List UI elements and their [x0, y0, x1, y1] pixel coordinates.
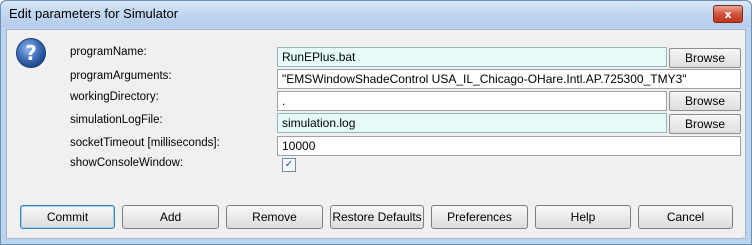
- question-mark-icon: ?: [16, 38, 46, 68]
- help-button[interactable]: Help: [535, 205, 631, 229]
- cancel-button[interactable]: Cancel: [638, 205, 733, 229]
- restore-defaults-button[interactable]: Restore Defaults: [330, 205, 424, 229]
- simulation-log-file-input[interactable]: simulation.log: [277, 113, 667, 133]
- socket-timeout-label: socketTimeout [milliseconds]:: [70, 137, 220, 149]
- program-name-input[interactable]: RunEPlus.bat: [277, 47, 667, 67]
- show-console-window-label: showConsoleWindow:: [70, 157, 184, 169]
- svg-text:?: ?: [25, 41, 37, 65]
- program-arguments-label: programArguments:: [70, 70, 172, 82]
- working-directory-browse-button[interactable]: Browse: [669, 91, 741, 111]
- simulation-log-file-browse-button[interactable]: Browse: [669, 114, 741, 134]
- socket-timeout-input[interactable]: 10000: [277, 136, 741, 156]
- preferences-button[interactable]: Preferences: [431, 205, 528, 229]
- simulation-log-file-label: simulationLogFile:: [70, 114, 163, 126]
- commit-button[interactable]: Commit: [20, 205, 115, 229]
- program-arguments-input[interactable]: "EMSWindowShadeControl USA_IL_Chicago-OH…: [277, 69, 741, 89]
- dialog-body: ? programName: RunEPlus.bat Browse progr…: [6, 29, 746, 239]
- working-directory-label: workingDirectory:: [70, 91, 159, 103]
- show-console-window-checkbox[interactable]: ✓: [282, 158, 296, 172]
- title-bar[interactable]: Edit parameters for Simulator x: [1, 1, 751, 27]
- program-name-label: programName:: [70, 46, 147, 58]
- working-directory-input[interactable]: .: [277, 91, 667, 111]
- close-icon: x: [724, 7, 732, 21]
- remove-button[interactable]: Remove: [226, 205, 323, 229]
- checkmark-icon: ✓: [284, 159, 294, 170]
- dialog-window: Edit parameters for Simulator x ? progra…: [0, 0, 752, 245]
- program-name-browse-button[interactable]: Browse: [669, 48, 741, 68]
- add-button[interactable]: Add: [122, 205, 219, 229]
- window-title: Edit parameters for Simulator: [9, 6, 179, 21]
- resize-grip-icon[interactable]: ⋰: [742, 232, 750, 240]
- close-button[interactable]: x: [713, 5, 743, 23]
